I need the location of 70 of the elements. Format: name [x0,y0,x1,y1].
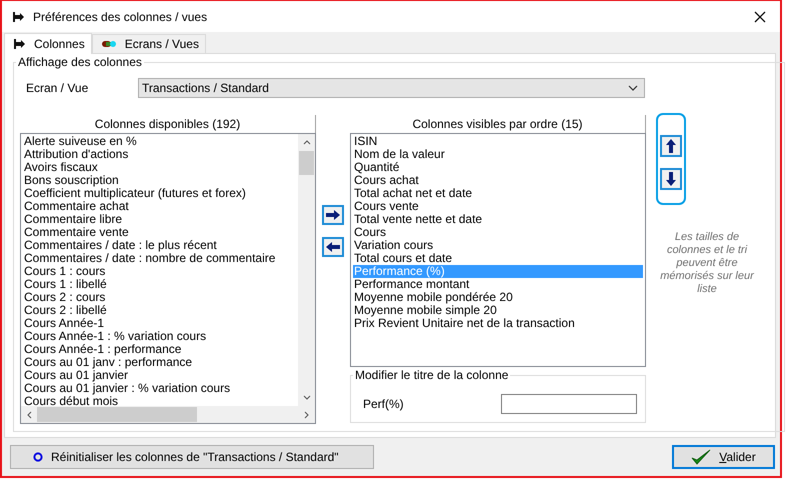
title-field[interactable] [501,394,637,414]
list-item[interactable]: Performance montant [353,278,645,291]
vertical-scrollbar[interactable] [298,134,315,406]
list-item[interactable]: Cours Année-1 [23,317,299,330]
arrow-down-icon [666,171,676,187]
arrow-up-icon [666,138,676,154]
list-item[interactable]: Moyenne mobile pondérée 20 [353,291,645,304]
list-item[interactable]: Cours 2 : libellé [23,304,299,317]
group-title: Modifier le titre de la colonne [353,368,510,382]
pin-icon [12,10,25,24]
list-item[interactable]: Nom de la valeur [353,148,645,161]
list-item[interactable]: Commentaires / date : le plus récent [23,239,299,252]
chevron-down-icon [628,85,638,91]
arrow-left-button[interactable] [322,237,344,257]
reset-button[interactable]: Réinitialiser les colonnes de "Transactions / Standard" [10,445,374,469]
arrow-down-button[interactable] [660,168,682,190]
list-item[interactable]: Cours Année-1 : performance [23,343,299,356]
list-item[interactable]: Total vente nette et date [353,213,645,226]
list-item[interactable]: ISIN [353,135,645,148]
list-item[interactable]: Cours 1 : cours [23,265,299,278]
list-item[interactable]: Cours Année-1 : % variation cours [23,330,299,343]
scroll-thumb[interactable] [299,151,314,175]
list-item[interactable]: Cours 2 : cours [23,291,299,304]
hint-text: Les tailles de colonnes et le tri peuvent être mémorisés sur leur liste [659,231,756,296]
list-item[interactable]: Quantité [353,161,645,174]
list-item[interactable]: Variation cours [353,239,645,252]
field-label: Perf(%) [363,397,404,411]
list-item[interactable]: Attribution d'actions [23,148,299,161]
horizontal-scrollbar[interactable] [21,406,315,423]
list-item[interactable]: Total cours et date [353,252,645,265]
close-icon [754,10,766,22]
list-item[interactable]: Alerte suiveuse en % [23,135,299,148]
list-item[interactable]: Cours [353,226,645,239]
list-item[interactable]: Commentaire achat [23,200,299,213]
list-item[interactable]: Cours début mois [23,395,299,407]
list-item[interactable]: Bons souscription [23,174,299,187]
list-item[interactable]: Avoirs fiscaux [23,161,299,174]
list-item[interactable]: Cours au 01 janvier [23,369,299,382]
list-item[interactable]: Commentaire libre [23,213,299,226]
list-item[interactable]: Total achat net et date [353,187,645,200]
arrow-right-button[interactable] [322,205,344,225]
scroll-thumb[interactable] [37,407,197,422]
arrow-left-icon [325,241,341,253]
capsule-icon [100,39,117,49]
arrow-right-icon [325,209,341,221]
list-item[interactable]: Cours vente [353,200,645,213]
group-title: Affichage des colonnes [16,55,144,69]
list-item[interactable]: Commentaire vente [23,226,299,239]
list-item[interactable]: Cours 1 : libellé [23,278,299,291]
validate-button[interactable]: Valider [672,445,775,469]
list-item[interactable]: Cours au 01 janvier : % variation cours [23,382,299,395]
list-item[interactable]: Coefficient multiplicateur (futures et forex) [23,187,299,200]
ring-icon [33,452,43,462]
chevron-up-icon [302,140,310,145]
checkmark-icon [691,448,712,466]
list-item[interactable]: Commentaires / date : nombre de commentaire [23,252,299,265]
list-item[interactable]: Prix Revient Unitaire net de la transaction [353,317,645,330]
list-item[interactable]: Cours achat [353,174,645,187]
chevron-down-icon [302,395,310,400]
chevron-left-icon [27,410,32,418]
window-title: Préférences des colonnes / vues [33,10,208,24]
pin-icon [13,37,26,51]
list-item[interactable]: Moyenne mobile simple 20 [353,304,645,317]
tab[interactable]: Ecrans / Vues [92,34,206,53]
chevron-right-icon [304,410,309,418]
view-dropdown[interactable]: Transactions / Standard [138,78,645,98]
list-item[interactable]: Cours au 01 janv : performance [23,356,299,369]
field-label: Ecran / Vue [26,81,90,95]
tab[interactable]: Colonnes [4,33,92,54]
arrow-up-button[interactable] [660,135,682,157]
